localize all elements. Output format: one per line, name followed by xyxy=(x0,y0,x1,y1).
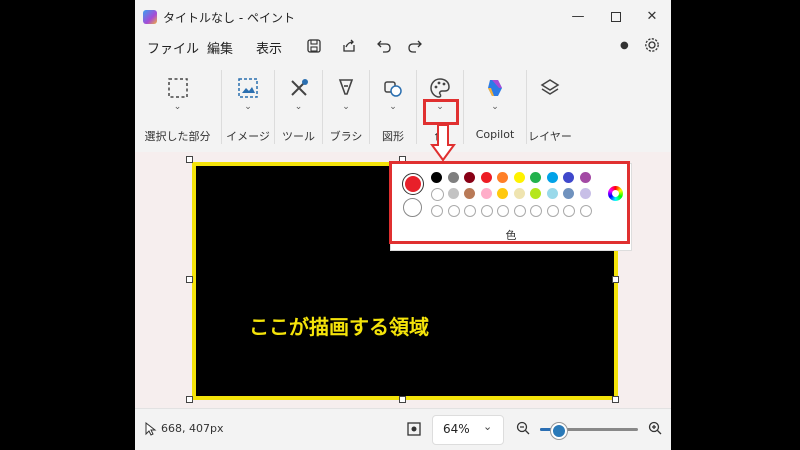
group-label: Copilot xyxy=(475,128,515,141)
divider xyxy=(416,70,417,144)
group-label: 図形 xyxy=(382,130,404,143)
divider xyxy=(526,70,527,144)
divider xyxy=(274,70,275,144)
divider xyxy=(369,70,370,144)
cursor-coordinates: 668, 407px xyxy=(161,422,224,435)
group-tools[interactable]: ⌄ ツール xyxy=(276,62,321,152)
zoom-in-icon[interactable] xyxy=(648,421,662,435)
minimize-button[interactable]: — xyxy=(563,6,593,28)
image-icon xyxy=(238,78,258,98)
chevron-down-icon: ⌄ xyxy=(389,102,397,112)
palette-icon xyxy=(430,78,450,98)
resize-handle[interactable] xyxy=(186,156,193,163)
ribbon-toolbar: ⌄ 選択した部分 ⌄ イメージ ⌄ ツール ⌄ ブラシ ⌄ 図形 ⌄ ⌄ Cop… xyxy=(135,62,671,152)
group-label: 選択した部分 xyxy=(144,130,211,143)
group-image[interactable]: ⌄ イメージ xyxy=(223,62,273,152)
copilot-icon xyxy=(488,80,502,96)
group-brush[interactable]: ⌄ ブラシ xyxy=(324,62,368,152)
maximize-button[interactable] xyxy=(601,6,631,28)
zoom-dropdown[interactable]: 64% ⌄ xyxy=(432,415,504,445)
menu-file[interactable]: ファイル xyxy=(147,38,199,57)
resize-handle[interactable] xyxy=(612,276,619,283)
group-label: レイヤー xyxy=(528,130,572,143)
group-label: イメージ xyxy=(226,130,270,143)
group-layers[interactable]: レイヤー xyxy=(528,62,572,152)
menu-view[interactable]: 表示 xyxy=(256,38,282,57)
settings-gear-icon[interactable] xyxy=(644,37,660,53)
down-arrow-annotation xyxy=(430,124,456,162)
divider xyxy=(221,70,222,144)
group-copilot[interactable]: ⌄ Copilot xyxy=(465,62,525,152)
canvas-annotation-text: ここが描画する領域 xyxy=(249,315,429,339)
group-selection[interactable]: ⌄ 選択した部分 xyxy=(135,62,220,152)
share-icon[interactable] xyxy=(342,39,356,53)
window-title: タイトルなし - ペイント xyxy=(163,11,295,25)
tools-icon xyxy=(290,79,308,96)
undo-icon[interactable] xyxy=(377,39,391,53)
resize-handle[interactable] xyxy=(612,396,619,403)
chevron-down-icon: ⌄ xyxy=(173,102,182,112)
redo-icon[interactable] xyxy=(408,39,422,53)
group-label: ブラシ xyxy=(329,130,363,143)
chevron-down-icon: ⌄ xyxy=(244,102,252,112)
maximize-icon xyxy=(611,12,621,22)
save-icon[interactable] xyxy=(307,39,321,53)
group-shapes[interactable]: ⌄ 図形 xyxy=(371,62,415,152)
selection-icon xyxy=(167,78,188,98)
zoom-value: 64% xyxy=(443,422,470,436)
popup-highlight-box xyxy=(389,161,630,244)
title-bar: タイトルなし - ペイント — ✕ xyxy=(135,0,671,34)
color-button-highlight-box xyxy=(423,99,459,125)
menu-bar: ファイル 編集 表示 ● xyxy=(135,34,671,60)
chevron-down-icon: ⌄ xyxy=(483,420,493,433)
zoom-out-icon[interactable] xyxy=(516,421,530,435)
close-button[interactable]: ✕ xyxy=(637,6,667,28)
status-bar: 668, 407px 64% ⌄ xyxy=(135,408,671,450)
divider xyxy=(322,70,323,144)
brush-icon xyxy=(338,79,354,95)
layers-icon xyxy=(540,79,560,95)
group-label: ツール xyxy=(282,130,315,143)
paint-app-icon xyxy=(143,10,157,24)
chevron-down-icon: ⌄ xyxy=(342,102,350,112)
fit-to-window-icon[interactable] xyxy=(406,421,422,437)
resize-handle[interactable] xyxy=(399,396,406,403)
chevron-down-icon: ⌄ xyxy=(294,102,303,112)
account-icon[interactable]: ● xyxy=(620,40,629,51)
zoom-slider[interactable] xyxy=(540,423,638,439)
menu-edit[interactable]: 編集 xyxy=(207,38,233,57)
zoom-slider-thumb[interactable] xyxy=(550,423,567,439)
divider xyxy=(463,70,464,144)
resize-handle[interactable] xyxy=(186,276,193,283)
chevron-down-icon: ⌄ xyxy=(491,102,499,112)
shapes-icon xyxy=(384,81,402,97)
resize-handle[interactable] xyxy=(186,396,193,403)
pointer-icon xyxy=(145,422,157,436)
